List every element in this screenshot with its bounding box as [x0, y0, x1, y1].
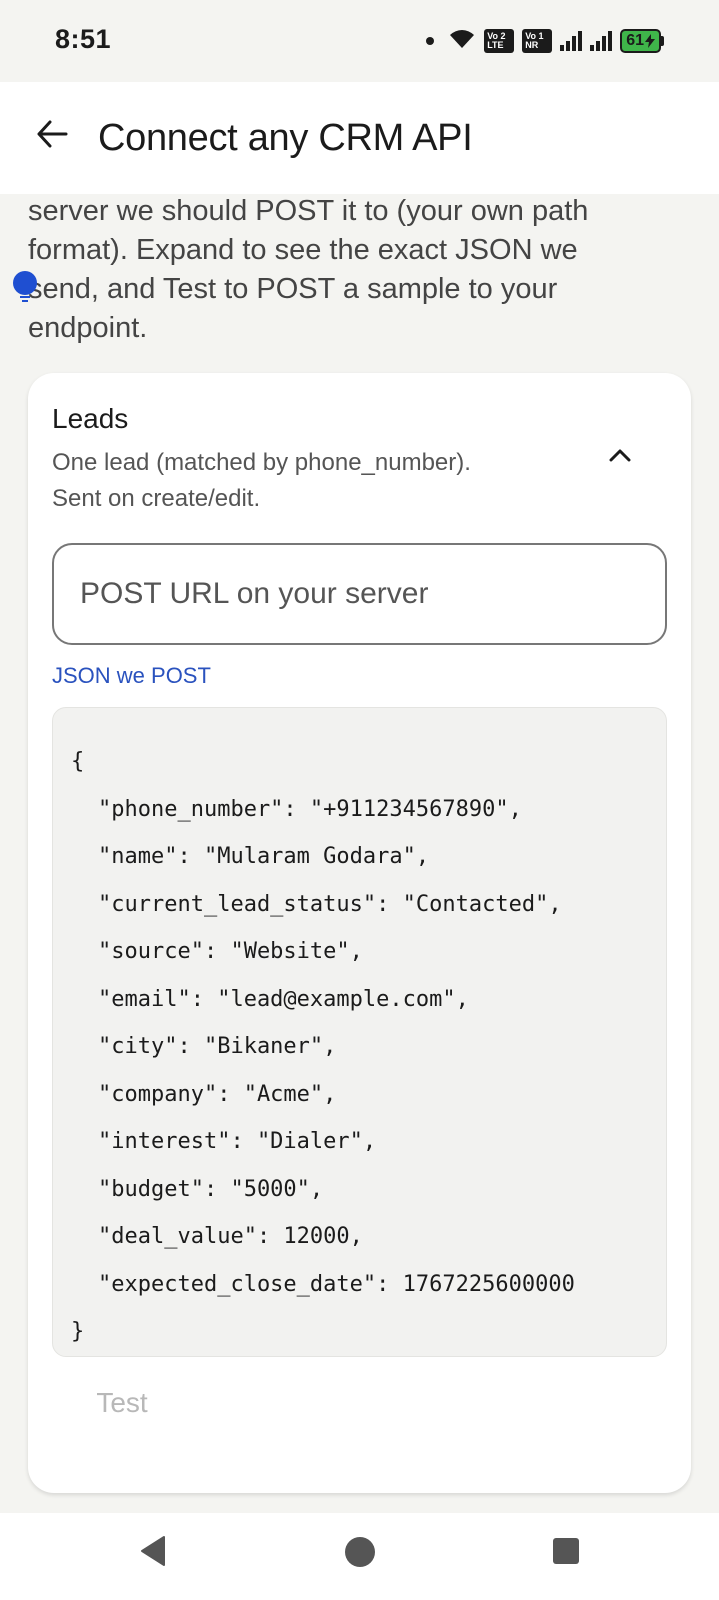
nav-back-icon[interactable] [140, 1535, 166, 1572]
intro-line: server we should POST it to (your own pa… [28, 195, 589, 227]
intro-line: send, and Test to POST a sample to your [28, 273, 558, 305]
code-line: "deal_value": 12000, [98, 1224, 363, 1249]
sim1-label-bottom: LTE [487, 40, 504, 50]
signal-1-icon [560, 31, 583, 51]
leads-card: Leads One lead (matched by phone_number)… [28, 373, 691, 1493]
code-line: "name": "Mularam Godara", [98, 844, 430, 869]
back-button[interactable] [30, 112, 74, 156]
test-button[interactable]: Test [52, 1368, 192, 1438]
code-line: "city": "Bikaner", [98, 1034, 337, 1059]
post-url-input[interactable] [52, 543, 667, 645]
code-line: "current_lead_status": "Contacted", [98, 891, 562, 917]
intro-line: format). Expand to see the exact JSON we [28, 234, 578, 266]
notification-dot-icon [426, 37, 435, 45]
card-desc-line: Sent on create/edit. [52, 485, 261, 512]
sim2-volte-icon: Vo 1 NR [522, 29, 553, 53]
text-selection-handle-icon[interactable] [12, 270, 38, 306]
sim1-volte-icon: Vo 2 LTE [484, 29, 515, 53]
code-line: "budget": "5000", [98, 1176, 324, 1202]
sim2-label-bottom: NR [525, 40, 539, 50]
json-code-block: { "phone_number": "+911234567890", "name… [52, 707, 667, 1357]
code-line: "phone_number": "+911234567890", [98, 796, 522, 822]
card-desc-line: One lead (matched by phone_number). [52, 449, 471, 476]
battery-icon: 61 [620, 29, 664, 53]
app-bar: Connect any CRM API [0, 82, 719, 194]
code-line: "company": "Acme", [98, 1081, 337, 1107]
code-line: { [71, 749, 85, 774]
system-nav-bar [0, 1513, 719, 1600]
card-title: Leads [52, 403, 129, 434]
status-icons: Vo 2 LTE Vo 1 NR 61 [426, 26, 664, 56]
page-title: Connect any CRM API [98, 117, 473, 159]
chevron-up-icon [609, 449, 631, 462]
code-line: } [71, 1319, 85, 1344]
charging-bolt-icon [645, 34, 655, 48]
code-line: "source": "Website", [98, 939, 363, 964]
nav-home-icon[interactable] [345, 1537, 375, 1567]
nav-recents-icon[interactable] [553, 1538, 579, 1564]
card-description: One lead (matched by phone_number). Sent… [52, 445, 552, 517]
battery-level: 61 [626, 32, 644, 49]
json-we-post-link[interactable]: JSON we POST [52, 663, 211, 689]
code-line: "interest": "Dialer", [98, 1129, 377, 1154]
signal-2-icon [590, 31, 613, 51]
code-line: "email": "lead@example.com", [98, 986, 469, 1012]
collapse-button[interactable] [598, 433, 642, 477]
intro-text: server we should POST it to (your own pa… [28, 192, 678, 348]
status-bar: 8:51 Vo 2 LTE Vo 1 NR 61 [0, 0, 719, 82]
wifi-icon [448, 28, 476, 55]
intro-line: endpoint. [28, 312, 148, 344]
arrow-back-icon [37, 120, 68, 148]
code-line: "expected_close_date": 1767225600000 [98, 1271, 575, 1297]
status-time: 8:51 [55, 24, 112, 54]
